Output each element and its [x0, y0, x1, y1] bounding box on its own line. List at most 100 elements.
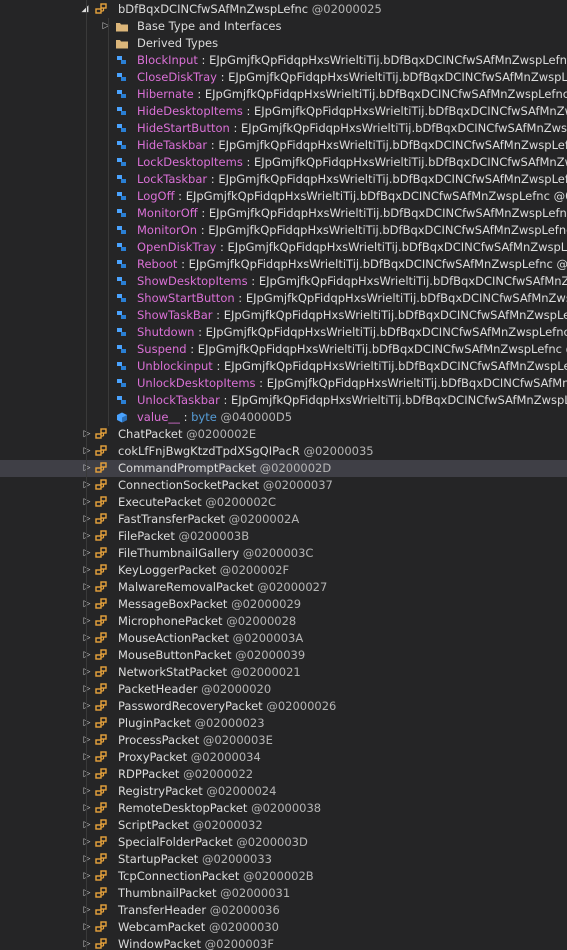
- triangle-right-icon[interactable]: ▷: [82, 613, 92, 630]
- row-text: Reboot : EJpGmjfkQpFidqpHxsWrieltiTij.bD…: [137, 256, 567, 273]
- triangle-right-icon[interactable]: ▷: [82, 817, 92, 834]
- triangle-right-icon[interactable]: ▷: [82, 681, 92, 698]
- separator: :: [216, 240, 228, 254]
- enum-member-icon: [115, 377, 129, 390]
- triangle-right-icon[interactable]: ▷: [82, 885, 92, 902]
- row-text: PasswordRecoveryPacket @02000026: [118, 698, 336, 715]
- separator: :: [242, 155, 255, 169]
- type-token: @0200003F: [204, 937, 274, 950]
- folder-icon: [115, 20, 129, 33]
- folder-label: Derived Types: [137, 36, 219, 50]
- row-text: ProxyPacket @02000034: [118, 749, 261, 766]
- type-token: @0200003B: [178, 529, 250, 543]
- class-icon: [95, 462, 109, 475]
- row-text: FastTransferPacket @0200002A: [118, 511, 299, 528]
- type-token: @02000039: [235, 648, 306, 662]
- triangle-right-icon[interactable]: ▷: [82, 732, 92, 749]
- class-icon: [95, 666, 109, 679]
- row-text: Shutdown : EJpGmjfkQpFidqpHxsWrieltiTij.…: [137, 324, 567, 341]
- triangle-right-icon[interactable]: ▷: [82, 545, 92, 562]
- triangle-right-icon[interactable]: ▷: [82, 562, 92, 579]
- indent-guide: [86, 0, 87, 950]
- triangle-right-icon[interactable]: ▷: [82, 800, 92, 817]
- member-type: EJpGmjfkQpFidqpHxsWrieltiTij.bDfBqxDCINC…: [228, 70, 567, 84]
- class-icon: [95, 700, 109, 713]
- triangle-right-icon[interactable]: ▷: [82, 715, 92, 732]
- assembly-tree[interactable]: ◢ bDfBqxDCINCfwSAfMnZwspLefnc @02000025 ▷ B…: [0, 0, 567, 950]
- class-icon: [95, 428, 109, 441]
- triangle-right-icon[interactable]: ▷: [82, 477, 92, 494]
- type-name: WindowPacket: [118, 937, 201, 950]
- triangle-right-icon[interactable]: ▷: [82, 460, 92, 477]
- enum-member-icon: [115, 360, 129, 373]
- type-token: @02000035: [303, 444, 374, 458]
- triangle-right-icon[interactable]: ▷: [82, 579, 92, 596]
- type-token: @0200002D: [259, 461, 332, 475]
- triangle-right-icon[interactable]: ▷: [82, 443, 92, 460]
- type-name: RegistryPacket: [118, 784, 203, 798]
- triangle-right-icon[interactable]: ▷: [82, 851, 92, 868]
- member-name: Reboot: [137, 257, 178, 271]
- triangle-right-icon[interactable]: ▷: [82, 749, 92, 766]
- triangle-right-icon[interactable]: ▷: [82, 426, 92, 443]
- triangle-right-icon[interactable]: ▷: [82, 902, 92, 919]
- row-text: TcpConnectionPacket @0200002B: [118, 868, 314, 885]
- triangle-right-icon[interactable]: ▷: [82, 936, 92, 950]
- separator: :: [207, 138, 219, 152]
- triangle-right-icon[interactable]: ▷: [82, 630, 92, 647]
- triangle-right-icon[interactable]: ▷: [82, 664, 92, 681]
- type-name: ChatPacket: [118, 427, 183, 441]
- triangle-right-icon[interactable]: ▷: [82, 698, 92, 715]
- separator: :: [174, 189, 186, 203]
- type-name: ProxyPacket: [118, 750, 188, 764]
- class-icon: [95, 887, 109, 900]
- triangle-right-icon[interactable]: ▷: [82, 766, 92, 783]
- enum-member-icon: [115, 241, 129, 254]
- enum-member-icon: [115, 292, 129, 305]
- triangle-right-icon[interactable]: ▷: [82, 647, 92, 664]
- triangle-right-icon[interactable]: ▷: [82, 596, 92, 613]
- member-type: EJpGmjfkQpFidqpHxsWrieltiTij.bDfBqxDCINC…: [208, 206, 567, 220]
- row-text: MouseActionPacket @0200003A: [118, 630, 303, 647]
- type-name: FilePacket: [118, 529, 175, 543]
- type-token: @02000023: [194, 716, 265, 730]
- type-name: ProcessPacket: [118, 733, 200, 747]
- row-text: Suspend : EJpGmjfkQpFidqpHxsWrieltiTij.b…: [137, 341, 567, 358]
- triangle-right-icon[interactable]: ▷: [82, 511, 92, 528]
- triangle-right-icon[interactable]: ▷: [82, 783, 92, 800]
- type-token: @0200003D: [236, 835, 308, 849]
- node-token: @02000025: [311, 2, 382, 16]
- separator: :: [229, 121, 242, 135]
- member-name: Shutdown: [137, 325, 195, 339]
- row-text: ShowStartButton : EJpGmjfkQpFidqpHxsWrie…: [137, 290, 567, 307]
- class-icon: [95, 479, 109, 492]
- type-token: @02000028: [226, 614, 297, 628]
- triangle-right-icon[interactable]: ▷: [82, 919, 92, 936]
- type-name: MicrophonePacket: [118, 614, 223, 628]
- triangle-right-icon[interactable]: ▷: [82, 528, 92, 545]
- class-icon: [95, 513, 109, 526]
- member-name: ShowStartButton: [137, 291, 235, 305]
- triangle-down-right-icon[interactable]: ◢: [80, 1, 90, 18]
- member-type: EJpGmjfkQpFidqpHxsWrieltiTij.bDfBqxDCINC…: [218, 138, 567, 152]
- class-icon: [95, 819, 109, 832]
- member-type: EJpGmjfkQpFidqpHxsWrieltiTij.bDfBqxDCINC…: [258, 274, 567, 288]
- field-type: byte: [191, 410, 217, 424]
- class-icon: [95, 496, 109, 509]
- row-text: FileThumbnailGallery @0200003C: [118, 545, 313, 562]
- triangle-right-icon[interactable]: ▷: [82, 494, 92, 511]
- enum-member-icon: [115, 258, 129, 271]
- type-name: cokLfFnjBwgKtzdTpdXSgQIPacR: [118, 444, 300, 458]
- triangle-right-icon[interactable]: ▷: [82, 868, 92, 885]
- type-name: RDPPacket: [118, 767, 180, 781]
- class-icon: [95, 853, 109, 866]
- row-text: LockTaskbar : EJpGmjfkQpFidqpHxsWrieltiT…: [137, 171, 567, 188]
- member-type: EJpGmjfkQpFidqpHxsWrieltiTij.bDfBqxDCINC…: [227, 240, 567, 254]
- triangle-right-icon[interactable]: ▷: [101, 18, 111, 35]
- type-name: MouseButtonPacket: [118, 648, 232, 662]
- triangle-right-icon[interactable]: ▷: [82, 834, 92, 851]
- member-type: EJpGmjfkQpFidqpHxsWrieltiTij.bDfBqxDCINC…: [205, 325, 567, 339]
- type-token: @0200002F: [219, 563, 290, 577]
- class-icon: [95, 785, 109, 798]
- row-text: ShowTaskBar : EJpGmjfkQpFidqpHxsWrieltiT…: [137, 307, 567, 324]
